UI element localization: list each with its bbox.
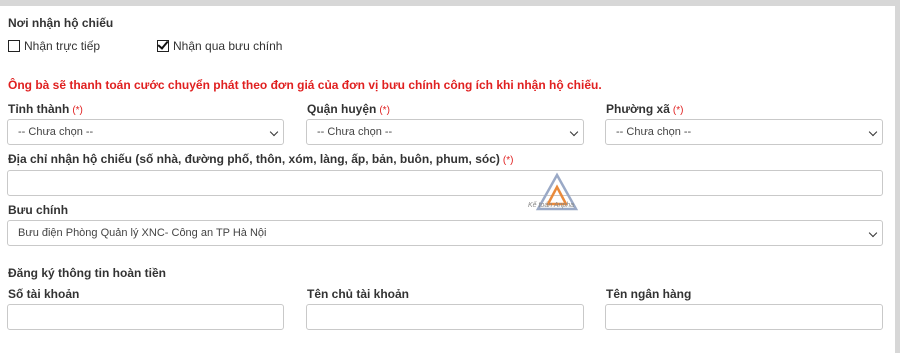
required-marker: (*): [72, 105, 83, 116]
district-select[interactable]: -- Chưa chọn --: [306, 119, 584, 145]
anpha-logo-icon: [535, 172, 579, 211]
province-select[interactable]: -- Chưa chọn --: [7, 119, 284, 145]
account-number-label: Số tài khoản: [8, 287, 80, 301]
chevron-down-icon: [269, 127, 279, 137]
watermark-text: Kế toán Anpha: [528, 202, 575, 209]
option-direct-label: Nhận trực tiếp: [24, 39, 101, 53]
district-label: Quận huyện (*): [307, 102, 390, 116]
option-post[interactable]: Nhận qua bưu chính: [157, 39, 282, 53]
chevron-down-icon: [868, 127, 878, 137]
post-office-label: Bưu chính: [8, 203, 69, 217]
account-number-input[interactable]: [7, 304, 284, 330]
post-office-select[interactable]: Bưu điện Phòng Quản lý XNC- Công an TP H…: [7, 220, 883, 246]
post-office-select-value: Bưu điện Phòng Quản lý XNC- Công an TP H…: [18, 227, 267, 239]
refund-section-title: Đăng ký thông tin hoàn tiền: [8, 266, 166, 280]
chevron-down-icon: [569, 127, 579, 137]
post-checkbox[interactable]: [157, 40, 169, 52]
payment-notice: Ông bà sẽ thanh toán cước chuyển phát th…: [8, 78, 602, 92]
chevron-down-icon: [868, 228, 878, 238]
address-detail-input[interactable]: [7, 170, 883, 196]
account-holder-input[interactable]: [306, 304, 584, 330]
direct-checkbox[interactable]: [8, 40, 20, 52]
account-holder-label: Tên chủ tài khoản: [307, 287, 410, 301]
passport-receive-form: Nơi nhận hộ chiếu Nhận trực tiếp Nhận qu…: [0, 6, 895, 353]
required-marker: (*): [502, 155, 514, 166]
ward-select[interactable]: -- Chưa chọn --: [605, 119, 883, 145]
option-post-label: Nhận qua bưu chính: [173, 39, 283, 53]
district-select-value: -- Chưa chọn --: [317, 126, 393, 138]
ward-label: Phường xã (*): [606, 102, 684, 116]
option-direct[interactable]: Nhận trực tiếp: [8, 39, 100, 53]
province-label: Tỉnh thành (*): [8, 102, 83, 116]
receive-section-title: Nơi nhận hộ chiếu: [8, 16, 114, 30]
address-detail-label: Địa chỉ nhận hộ chiếu (số nhà, đường phố…: [8, 152, 514, 166]
required-marker: (*): [379, 105, 390, 116]
bank-name-label: Tên ngân hàng: [606, 287, 692, 301]
required-marker: (*): [672, 105, 684, 116]
bank-name-input[interactable]: [605, 304, 883, 330]
province-select-value: -- Chưa chọn --: [18, 126, 94, 138]
ward-select-value: -- Chưa chọn --: [616, 126, 692, 138]
